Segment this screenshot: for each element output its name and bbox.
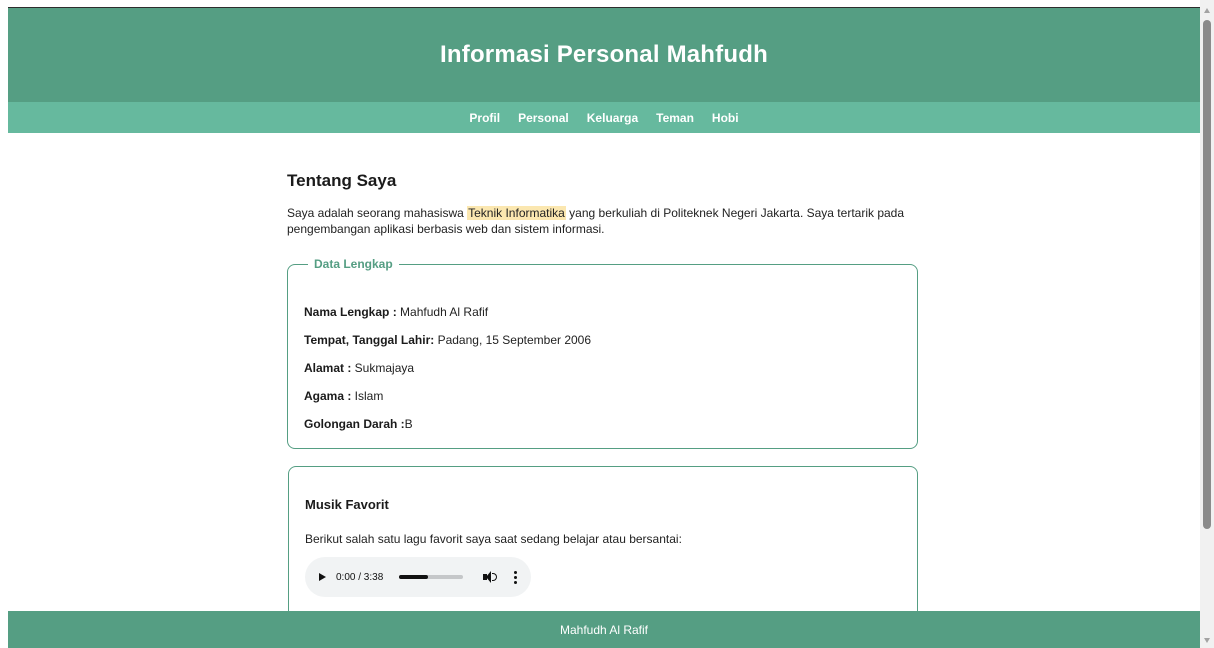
footer-text: Mahfudh Al Rafif bbox=[559, 622, 649, 637]
chevron-down-icon[interactable] bbox=[1204, 638, 1210, 643]
about-title: Tentang Saya bbox=[287, 171, 397, 190]
main-nav: Profil Personal Keluarga Teman Hobi bbox=[8, 102, 1200, 133]
data-row-alamat: Alamat : Sukmajaya bbox=[304, 361, 414, 375]
data-value: Mahfudh Al Rafif bbox=[396, 305, 489, 319]
page: Informasi Personal Mahfudh Profil Person… bbox=[0, 0, 1214, 648]
page-title: Informasi Personal Mahfudh bbox=[440, 41, 768, 68]
site-footer: Mahfudh Al Rafif bbox=[8, 611, 1200, 648]
more-vertical-icon[interactable] bbox=[514, 570, 517, 584]
music-title: Musik Favorit bbox=[305, 497, 389, 512]
highlight-text: Teknik Informatika bbox=[467, 206, 566, 220]
data-label: Agama : bbox=[304, 389, 352, 403]
data-row-agama: Agama : Islam bbox=[304, 389, 383, 403]
nav-item-keluarga[interactable]: Keluarga bbox=[587, 111, 638, 125]
vertical-scrollbar[interactable] bbox=[1200, 0, 1214, 648]
data-lengkap-box: Data Lengkap Nama Lengkap : Mahfudh Al R… bbox=[287, 257, 918, 449]
music-description: Berikut salah satu lagu favorit saya saa… bbox=[305, 532, 682, 546]
site-header: Informasi Personal Mahfudh bbox=[8, 7, 1200, 102]
top-strip bbox=[0, 0, 1200, 7]
data-label: Nama Lengkap : bbox=[304, 305, 397, 319]
volume-icon[interactable] bbox=[482, 571, 497, 583]
audio-progress-slider[interactable] bbox=[399, 575, 463, 579]
data-lengkap-legend: Data Lengkap bbox=[314, 257, 393, 271]
about-text: Saya adalah seorang mahasiswa Teknik Inf… bbox=[287, 205, 919, 237]
about-text-before: Saya adalah seorang mahasiswa bbox=[287, 206, 468, 220]
audio-progress-fill bbox=[399, 575, 428, 579]
data-row-ttl: Tempat, Tanggal Lahir: Padang, 15 Septem… bbox=[304, 333, 591, 347]
audio-time: 0:00 / 3:38 bbox=[336, 571, 384, 583]
play-icon[interactable] bbox=[319, 573, 326, 581]
nav-item-teman[interactable]: Teman bbox=[656, 111, 694, 125]
data-label: Golongan Darah : bbox=[304, 417, 405, 431]
data-label: Tempat, Tanggal Lahir: bbox=[304, 333, 435, 347]
data-row-golongan-darah: Golongan Darah :B bbox=[304, 417, 413, 431]
data-value: B bbox=[404, 417, 413, 431]
audio-player[interactable]: 0:00 / 3:38 bbox=[305, 557, 531, 597]
data-row-nama: Nama Lengkap : Mahfudh Al Rafif bbox=[304, 305, 488, 319]
nav-item-personal[interactable]: Personal bbox=[518, 111, 569, 125]
data-label: Alamat : bbox=[304, 361, 352, 375]
data-value: Sukmajaya bbox=[351, 361, 415, 375]
left-strip bbox=[0, 0, 8, 648]
music-box: Musik Favorit Berikut salah satu lagu fa… bbox=[288, 466, 918, 626]
scrollbar-thumb[interactable] bbox=[1203, 20, 1211, 529]
data-value: Padang, 15 September 2006 bbox=[434, 333, 592, 347]
nav-item-hobi[interactable]: Hobi bbox=[712, 111, 739, 125]
chevron-up-icon[interactable] bbox=[1204, 8, 1210, 13]
data-value: Islam bbox=[351, 389, 384, 403]
nav-item-profil[interactable]: Profil bbox=[469, 111, 500, 125]
main-content: Tentang Saya Saya adalah seorang mahasis… bbox=[287, 133, 919, 626]
